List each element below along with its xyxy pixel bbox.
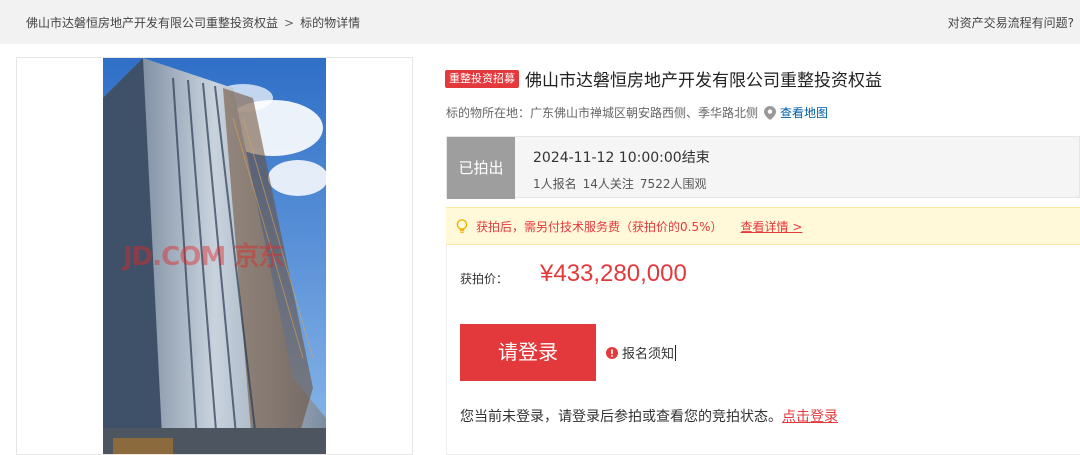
listing-type-badge: 重整投资招募 — [445, 69, 519, 88]
warning-icon — [606, 346, 618, 359]
service-fee-text: 获拍后，需另付技术服务费（获拍价的0.5%） — [476, 219, 723, 234]
breadcrumb-item-detail: 标的物详情 — [300, 16, 361, 30]
view-details-link[interactable]: 查看详情 > — [741, 218, 803, 235]
final-price-label: 获拍价： — [460, 272, 509, 286]
status-badge: 已拍出 — [447, 137, 515, 199]
breadcrumb: 佛山市达磐恒房地产开发有限公司重整投资权益 > 标的物详情 — [26, 14, 360, 31]
breadcrumb-item-asset[interactable]: 佛山市达磐恒房地产开发有限公司重整投资权益 — [26, 16, 278, 30]
text-cursor — [675, 344, 677, 361]
signup-count: 1人报名 — [533, 177, 577, 191]
login-button[interactable]: 请登录 — [460, 324, 596, 381]
registration-rules-link[interactable]: 报名须知 — [606, 343, 677, 362]
final-price-value: ¥433,280,000 — [540, 260, 687, 287]
top-bar: 佛山市达磐恒房地产开发有限公司重整投资权益 > 标的物详情 对资产交易流程有问题? — [0, 0, 1080, 44]
photo-watermark: JD.COM 京东 — [123, 242, 284, 272]
auction-stats: 1人报名 14人关注 7522人围观 — [533, 175, 712, 192]
location-row: 标的物所在地： 广东佛山市禅城区朝安路西侧、季华路北侧 查看地图 — [446, 104, 828, 121]
lightbulb-icon — [456, 218, 468, 234]
registration-rules-label: 报名须知 — [622, 347, 675, 362]
auction-end-time: 2024-11-12 10:00:00结束 — [533, 150, 710, 166]
click-login-link[interactable]: 点击登录 — [782, 409, 838, 425]
building-photo[interactable]: JD.COM 京东 — [103, 58, 326, 454]
login-hint-text: 您当前未登录，请登录后参拍或查看您的竞拍状态。 — [460, 409, 782, 425]
auction-status-box: 已拍出 2024-11-12 10:00:00结束 1人报名 14人关注 7522人… — [446, 136, 1080, 199]
help-link[interactable]: 对资产交易流程有问题? — [948, 14, 1074, 31]
follower-count: 14人关注 — [582, 177, 634, 191]
view-map-link[interactable]: 查看地图 — [780, 104, 828, 121]
product-photo-frame: JD.COM 京东 — [16, 57, 413, 455]
location-value: 广东佛山市禅城区朝安路西侧、季华路北侧 — [530, 106, 759, 120]
viewer-count: 7522人围观 — [639, 177, 707, 191]
login-hint: 您当前未登录，请登录后参拍或查看您的竞拍状态。点击登录 — [460, 406, 838, 426]
listing-title-row: 重整投资招募 佛山市达磐恒房地产开发有限公司重整投资权益 — [445, 66, 882, 91]
service-fee-notice: 获拍后，需另付技术服务费（获拍价的0.5%） 查看详情 > — [446, 207, 1080, 245]
location-label: 标的物所在地： — [446, 106, 531, 120]
location-pin-icon — [764, 105, 777, 120]
listing-title: 佛山市达磐恒房地产开发有限公司重整投资权益 — [525, 71, 882, 91]
breadcrumb-separator: > — [284, 16, 295, 30]
